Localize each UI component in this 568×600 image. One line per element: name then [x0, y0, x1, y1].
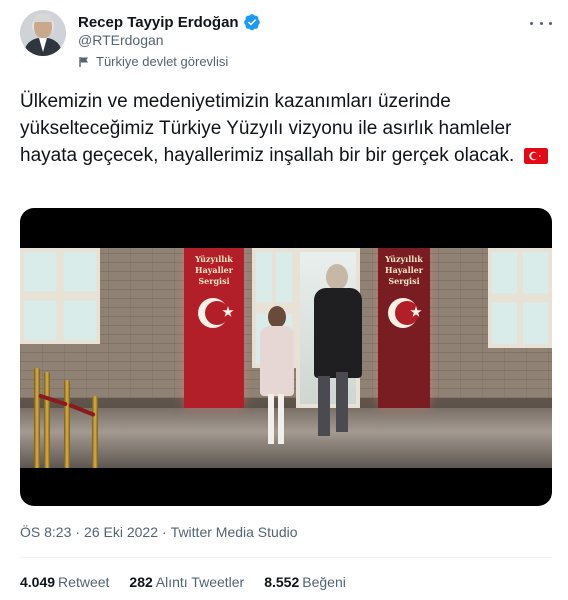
tweet-body: Ülkemizin ve medeniyetimizin kazanımları… — [20, 91, 515, 166]
quotes-count: 282 — [129, 574, 153, 590]
avatar[interactable] — [20, 10, 66, 56]
likes-count: 8.552 — [264, 574, 300, 590]
tweet-header: Recep Tayyip Erdoğan @RTErdogan Türkiye … — [20, 8, 556, 74]
display-name[interactable]: Recep Tayyip Erdoğan — [78, 14, 239, 31]
banner-text: Yüzyıllık Hayaller Sergisi — [195, 254, 233, 286]
video-player[interactable]: Yüzyıllık Hayaller Sergisi Yüzyıllık Hay… — [20, 208, 552, 506]
tweet-date[interactable]: 26 Eki 2022 — [84, 524, 158, 540]
banner-text-2: Yüzyıllık Hayaller Sergisi — [385, 254, 423, 286]
more-options-icon[interactable] — [530, 16, 552, 30]
flag-icon — [79, 56, 88, 67]
verified-badge-icon — [243, 14, 260, 31]
user-handle[interactable]: @RTErdogan — [78, 32, 164, 48]
separator: · — [75, 524, 81, 540]
government-label: Türkiye devlet görevlisi — [78, 54, 228, 69]
video-frame: Yüzyıllık Hayaller Sergisi Yüzyıllık Hay… — [20, 248, 552, 468]
government-label-text: Türkiye devlet görevlisi — [96, 54, 229, 69]
tweet-source[interactable]: Twitter Media Studio — [171, 524, 298, 540]
retweets-label: Retweet — [58, 574, 110, 590]
tweet-time[interactable]: ÖS 8:23 — [20, 524, 71, 540]
likes-stat[interactable]: 8.552 Beğeni — [264, 574, 346, 590]
separator: · — [162, 524, 167, 540]
turkey-flag-icon — [523, 148, 548, 164]
tweet-text: Ülkemizin ve medeniyetimizin kazanımları… — [20, 88, 550, 169]
quotes-label: Alıntı Tweetler — [155, 574, 245, 590]
name-row: Recep Tayyip Erdoğan — [78, 12, 261, 32]
exhibition-banner: Yüzyıllık Hayaller Sergisi — [184, 248, 244, 408]
exhibition-banner-2: Yüzyıllık Hayaller Sergisi — [378, 248, 430, 408]
retweets-stat[interactable]: 4.049 Retweet — [20, 574, 109, 590]
retweets-count: 4.049 — [20, 574, 56, 590]
tweet-meta: ÖS 8:23 · 26 Eki 2022 · Twitter Media St… — [20, 524, 298, 540]
likes-label: Beğeni — [302, 574, 346, 590]
divider — [20, 557, 552, 558]
engagement-stats: 4.049 Retweet 282 Alıntı Tweetler 8.552 Beğ… — [20, 574, 366, 590]
quotes-stat[interactable]: 282 Alıntı Tweetler — [129, 574, 244, 590]
